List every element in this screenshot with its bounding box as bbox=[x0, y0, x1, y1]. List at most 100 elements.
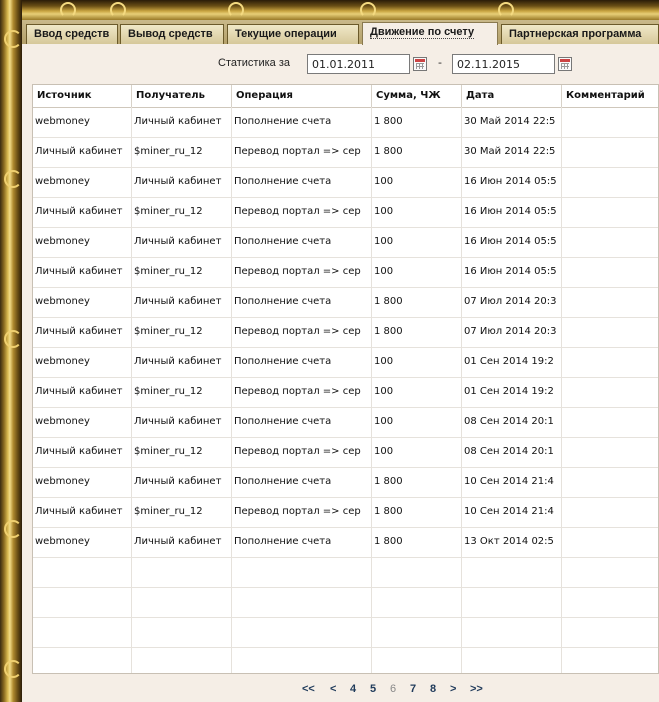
table-row[interactable]: webmoney Личный кабинет Пополнение счета 10… bbox=[33, 227, 658, 258]
table-cell bbox=[132, 647, 232, 673]
table-cell: 07 Июл 2014 20:3 bbox=[462, 317, 562, 347]
table-row[interactable]: webmoney Личный кабинет Пополнение счета 10… bbox=[33, 167, 658, 198]
table-cell bbox=[132, 617, 232, 647]
table-cell bbox=[562, 227, 658, 257]
table-cell: Личный кабинет bbox=[132, 467, 232, 497]
column-header[interactable]: Дата bbox=[462, 85, 562, 107]
table-cell: 07 Июл 2014 20:3 bbox=[462, 287, 562, 317]
column-header[interactable]: Источник bbox=[33, 85, 132, 107]
prev-page-link[interactable]: < bbox=[330, 683, 336, 695]
table-row[interactable] bbox=[33, 557, 658, 588]
table-row[interactable] bbox=[33, 617, 658, 648]
table-cell: Личный кабинет bbox=[33, 377, 132, 407]
tab-label: Текущие операции bbox=[235, 28, 337, 40]
table-row[interactable]: Личный кабинет $miner_ru_12 Перевод портал… bbox=[33, 257, 658, 288]
table-cell: 100 bbox=[372, 437, 462, 467]
table-cell: 1 800 bbox=[372, 467, 462, 497]
table-cell: $miner_ru_12 bbox=[132, 137, 232, 167]
table-row[interactable]: Личный кабинет $miner_ru_12 Перевод портал… bbox=[33, 197, 658, 228]
table-cell: 1 800 bbox=[372, 287, 462, 317]
table-row[interactable]: Личный кабинет $miner_ru_12 Перевод портал… bbox=[33, 137, 658, 168]
table-cell: 100 bbox=[372, 257, 462, 287]
table-cell: Личный кабинет bbox=[132, 107, 232, 137]
table-cell bbox=[562, 617, 658, 647]
tab-label: Вывод средств bbox=[128, 28, 213, 40]
table-cell: 1 800 bbox=[372, 137, 462, 167]
table-cell bbox=[562, 197, 658, 227]
table-cell: Пополнение счета bbox=[232, 407, 372, 437]
page-link-5[interactable]: 5 bbox=[370, 683, 376, 695]
tab-partner-program[interactable]: Партнерская программа bbox=[501, 24, 659, 44]
table-cell: 100 bbox=[372, 377, 462, 407]
table-cell: Личный кабинет bbox=[33, 137, 132, 167]
column-header[interactable]: Операция bbox=[232, 85, 372, 107]
table-cell bbox=[562, 467, 658, 497]
tab-withdraw[interactable]: Вывод средств bbox=[120, 24, 224, 44]
table-row[interactable]: webmoney Личный кабинет Пополнение счета 1 … bbox=[33, 107, 658, 138]
page-link-7[interactable]: 7 bbox=[410, 683, 416, 695]
table-row[interactable]: Личный кабинет $miner_ru_12 Перевод портал… bbox=[33, 437, 658, 468]
ornament-icon bbox=[4, 170, 22, 188]
table-cell bbox=[33, 587, 132, 617]
table-cell: 01 Сен 2014 19:2 bbox=[462, 347, 562, 377]
tab-current-operations[interactable]: Текущие операции bbox=[227, 24, 359, 44]
table-cell bbox=[33, 647, 132, 673]
column-header[interactable]: Получатель bbox=[132, 85, 232, 107]
first-page-link[interactable]: << bbox=[302, 683, 315, 695]
tab-deposit[interactable]: Ввод средств bbox=[26, 24, 118, 44]
table-cell: $miner_ru_12 bbox=[132, 497, 232, 527]
table-cell bbox=[372, 647, 462, 673]
table-cell: Личный кабинет bbox=[132, 407, 232, 437]
table-row[interactable]: Личный кабинет $miner_ru_12 Перевод портал… bbox=[33, 317, 658, 348]
table-cell: 08 Сен 2014 20:1 bbox=[462, 437, 562, 467]
table-row[interactable]: webmoney Личный кабинет Пополнение счета 10… bbox=[33, 347, 658, 378]
tab-account-movement[interactable]: Движение по счету bbox=[362, 22, 498, 45]
calendar-icon[interactable] bbox=[413, 57, 427, 71]
date-to-input[interactable] bbox=[452, 54, 555, 74]
table-row[interactable] bbox=[33, 647, 658, 673]
table-cell: 100 bbox=[372, 227, 462, 257]
table-cell bbox=[33, 557, 132, 587]
calendar-icon[interactable] bbox=[558, 57, 572, 71]
table-header: Источник Получатель Операция Сумма, ЧЖ Дата К… bbox=[33, 85, 658, 108]
table-row[interactable]: Личный кабинет $miner_ru_12 Перевод портал… bbox=[33, 377, 658, 408]
table-cell: 16 Июн 2014 05:5 bbox=[462, 197, 562, 227]
date-from-input[interactable] bbox=[307, 54, 410, 74]
table-row[interactable]: webmoney Личный кабинет Пополнение счета 10… bbox=[33, 407, 658, 438]
table-row[interactable]: Личный кабинет $miner_ru_12 Перевод портал… bbox=[33, 497, 658, 528]
column-header[interactable]: Сумма, ЧЖ bbox=[372, 85, 462, 107]
table-cell bbox=[562, 257, 658, 287]
table-cell: Личный кабинет bbox=[132, 527, 232, 557]
table-cell: 10 Сен 2014 21:4 bbox=[462, 467, 562, 497]
table-cell bbox=[562, 497, 658, 527]
table-cell: webmoney bbox=[33, 467, 132, 497]
column-header[interactable]: Комментарий bbox=[562, 85, 658, 107]
table-row[interactable]: webmoney Личный кабинет Пополнение счета 1 … bbox=[33, 467, 658, 498]
tab-label: Ввод средств bbox=[34, 28, 110, 40]
table-cell: webmoney bbox=[33, 407, 132, 437]
ornate-frame-top bbox=[0, 0, 659, 20]
table-row[interactable]: webmoney Личный кабинет Пополнение счета 1 … bbox=[33, 287, 658, 318]
table-cell bbox=[562, 557, 658, 587]
table-cell bbox=[462, 647, 562, 673]
table-cell: Перевод портал => сер bbox=[232, 437, 372, 467]
table-cell: Перевод портал => сер bbox=[232, 377, 372, 407]
page-link-8[interactable]: 8 bbox=[430, 683, 436, 695]
ornament-icon bbox=[4, 520, 22, 538]
table-cell bbox=[232, 587, 372, 617]
table-cell bbox=[33, 617, 132, 647]
table-row[interactable]: webmoney Личный кабинет Пополнение счета 1 … bbox=[33, 527, 658, 558]
ornament-icon bbox=[360, 2, 376, 18]
last-page-link[interactable]: >> bbox=[470, 683, 483, 695]
current-page: 6 bbox=[390, 683, 397, 695]
table-cell bbox=[462, 617, 562, 647]
table-cell: 100 bbox=[372, 167, 462, 197]
table-cell bbox=[232, 647, 372, 673]
next-page-link[interactable]: > bbox=[450, 683, 456, 695]
table-cell bbox=[562, 317, 658, 347]
table-cell bbox=[562, 107, 658, 137]
table-cell: $miner_ru_12 bbox=[132, 377, 232, 407]
page-link-4[interactable]: 4 bbox=[350, 683, 356, 695]
table-cell bbox=[232, 557, 372, 587]
table-row[interactable] bbox=[33, 587, 658, 618]
